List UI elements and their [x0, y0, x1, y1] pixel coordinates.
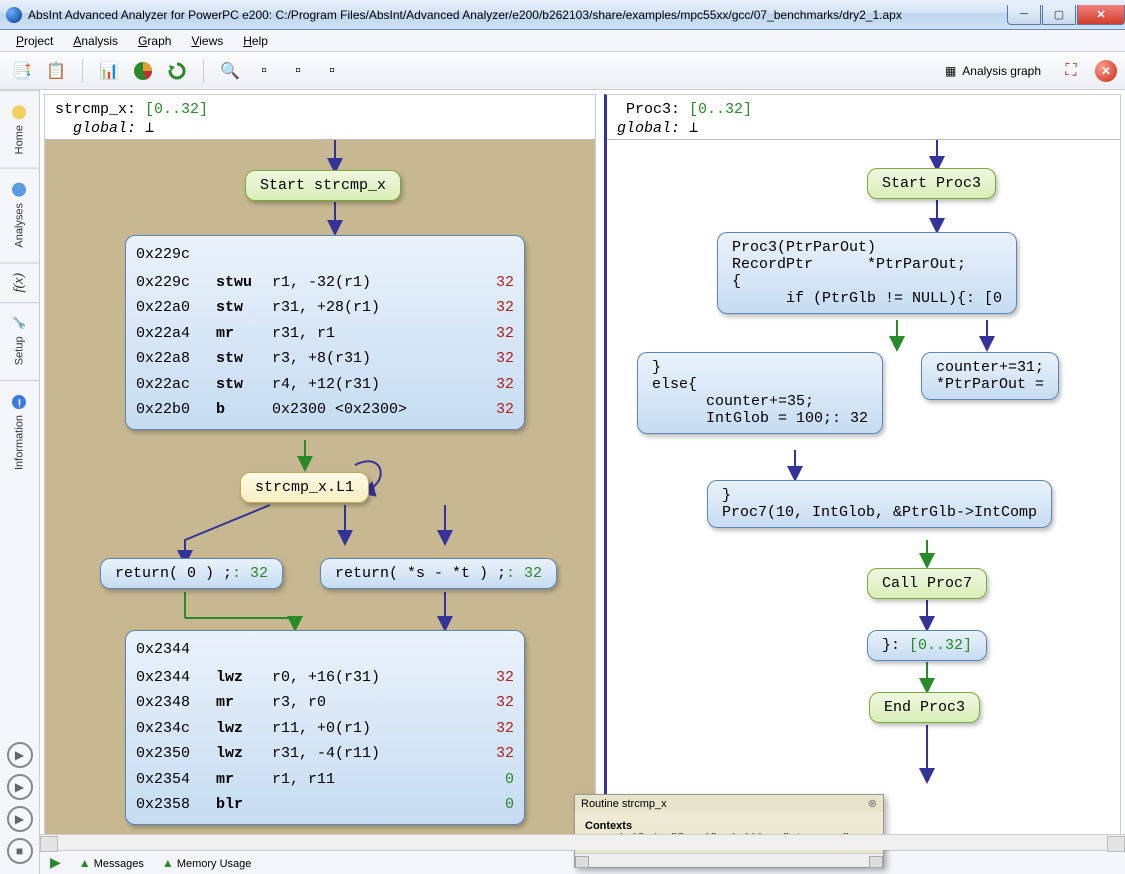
sidebar-tab-analyses[interactable]: Analyses: [0, 168, 39, 262]
toolbar-btn-page1[interactable]: ▫: [250, 57, 278, 85]
asm-row: 0x229cstwur1, -32(r1)32: [136, 270, 514, 296]
window-titlebar: AbsInt Advanced Analyzer for PowerPC e20…: [0, 0, 1125, 30]
menu-views[interactable]: Views: [183, 32, 231, 50]
sidebar-tab-setup[interactable]: Setup 🔧: [0, 302, 39, 379]
toolbar-btn-pie[interactable]: [129, 57, 157, 85]
toolbar-btn-chart[interactable]: 📊: [95, 57, 123, 85]
toolbar-btn-fullscreen[interactable]: ⛶: [1057, 57, 1085, 85]
window-maximize-button[interactable]: ▢: [1042, 5, 1076, 25]
wrench-icon: 🔧: [13, 317, 26, 330]
toolbar-separator: [82, 59, 83, 83]
sidebar-tab-information[interactable]: Information i: [0, 380, 39, 484]
sidebar-tab-home[interactable]: Home: [0, 90, 39, 168]
menu-analysis[interactable]: Analysis: [65, 32, 126, 50]
menu-graph[interactable]: Graph: [130, 32, 179, 50]
info-icon: i: [13, 395, 27, 409]
play-button-3[interactable]: ▶: [7, 806, 33, 832]
node-return-0[interactable]: return( 0 ) ;: 32: [100, 558, 283, 589]
toolbar-btn-refresh[interactable]: [163, 57, 191, 85]
node-proc7-call-line[interactable]: } Proc7(10, IntGlob, &PtrGlb->IntComp: [707, 480, 1052, 528]
asm-row: 0x2344lwzr0, +16(r31)32: [136, 665, 514, 691]
refresh-icon: [167, 61, 187, 81]
asm-row: 0x22acstwr4, +12(r31)32: [136, 372, 514, 398]
node-block-0x229c[interactable]: 0x229c 0x229cstwur1, -32(r1)320x22a0stwr…: [125, 235, 525, 430]
toolbar: 📑 📋 📊 🔍 ▫ ▫ ▫ ▦ Analysis graph ⛶ ✕: [0, 52, 1125, 90]
window-title: AbsInt Advanced Analyzer for PowerPC e20…: [28, 8, 1006, 22]
main-area: strcmp_x: [0..32] global: ⊥: [40, 90, 1125, 874]
pane-right-header: Proc3: [0..32] global: ⊥: [607, 95, 1120, 140]
home-icon: [13, 105, 27, 119]
node-proc3-param[interactable]: Proc3(PtrParOut) RecordPtr *PtrParOut; {…: [717, 232, 1017, 314]
toolbar-btn-1[interactable]: 📑: [8, 57, 36, 85]
asm-row: 0x2354mrr1, r110: [136, 767, 514, 793]
toolbar-btn-page3[interactable]: ▫: [318, 57, 346, 85]
toolbar-btn-2[interactable]: 📋: [42, 57, 70, 85]
node-label-l1[interactable]: strcmp_x.L1: [240, 472, 369, 503]
graph-icon: ▦: [945, 64, 956, 78]
toolbar-btn-page2[interactable]: ▫: [284, 57, 312, 85]
node-counter31[interactable]: counter+=31; *PtrParOut =: [921, 352, 1059, 400]
window-minimize-button[interactable]: ─: [1007, 5, 1041, 25]
tooltip-title: Routine strcmp_x: [581, 798, 667, 810]
graph-area: strcmp_x: [0..32] global: ⊥: [40, 90, 1125, 850]
toolbar-separator-2: [203, 59, 204, 83]
footer-memory[interactable]: ▲ Memory Usage: [162, 856, 252, 870]
asm-row: 0x22a8stwr3, +8(r31)32: [136, 346, 514, 372]
pie-icon: [133, 61, 153, 81]
node-start-proc3[interactable]: Start Proc3: [867, 168, 996, 199]
asm-row: 0x22a0stwr31, +28(r1)32: [136, 295, 514, 321]
stop-button[interactable]: ■: [7, 838, 33, 864]
menu-bar: Project Analysis Graph Views Help: [0, 30, 1125, 52]
tooltip-close-icon[interactable]: ⊗: [868, 797, 877, 810]
analyses-icon: [13, 183, 27, 197]
graph-pane-right[interactable]: Proc3: [0..32] global: ⊥ Sta: [604, 94, 1121, 846]
tooltip-heading: Contexts: [585, 820, 632, 832]
tooltip-routine[interactable]: Routine strcmp_x ⊗ Contexts ..., 0x25c4-…: [574, 794, 884, 868]
play-button-2[interactable]: ▶: [7, 774, 33, 800]
node-end-proc3[interactable]: End Proc3: [869, 692, 980, 723]
node-block-0x2344[interactable]: 0x2344 0x2344lwzr0, +16(r31)320x2348mrr3…: [125, 630, 525, 825]
toolbar-close-button[interactable]: ✕: [1095, 60, 1117, 82]
node-else[interactable]: } else{ counter+=35; IntGlob = 100;: 32: [637, 352, 883, 434]
footer-messages[interactable]: ▲ Messages: [79, 856, 144, 870]
app-icon: [6, 7, 22, 23]
menu-project[interactable]: Project: [8, 32, 61, 50]
node-return-t[interactable]: return( *s - *t ) ;: 32: [320, 558, 557, 589]
play-button-1[interactable]: ▶: [7, 742, 33, 768]
asm-row: 0x2350lwzr31, -4(r11)32: [136, 741, 514, 767]
asm-row: 0x22b0b0x2300 <0x2300>32: [136, 397, 514, 423]
sidebar-tab-fx[interactable]: f(x): [0, 262, 39, 302]
window-close-button[interactable]: ✕: [1077, 5, 1125, 25]
asm-row: 0x2348mrr3, r032: [136, 690, 514, 716]
analysis-graph-label: Analysis graph: [962, 64, 1041, 78]
node-call-proc7[interactable]: Call Proc7: [867, 568, 987, 599]
footer-play-icon[interactable]: ▶: [50, 854, 61, 871]
tooltip-hscroll[interactable]: [575, 853, 883, 867]
asm-row: 0x22a4mrr31, r132: [136, 321, 514, 347]
graph-hscroll[interactable]: [40, 834, 1125, 850]
asm-row: 0x234clwzr11, +0(r1)32: [136, 716, 514, 742]
node-brace[interactable]: }: [0..32]: [867, 630, 987, 661]
sidebar: Home Analyses f(x) Setup 🔧 Information i…: [0, 90, 40, 874]
graph-pane-left[interactable]: strcmp_x: [0..32] global: ⊥: [44, 94, 596, 846]
menu-help[interactable]: Help: [235, 32, 276, 50]
toolbar-btn-zoom[interactable]: 🔍: [216, 57, 244, 85]
pane-left-header: strcmp_x: [0..32] global: ⊥: [45, 95, 595, 140]
analysis-graph-button[interactable]: ▦ Analysis graph: [939, 62, 1047, 80]
asm-row: 0x2358blr0: [136, 792, 514, 818]
node-start-strcmpx[interactable]: Start strcmp_x: [245, 170, 401, 201]
